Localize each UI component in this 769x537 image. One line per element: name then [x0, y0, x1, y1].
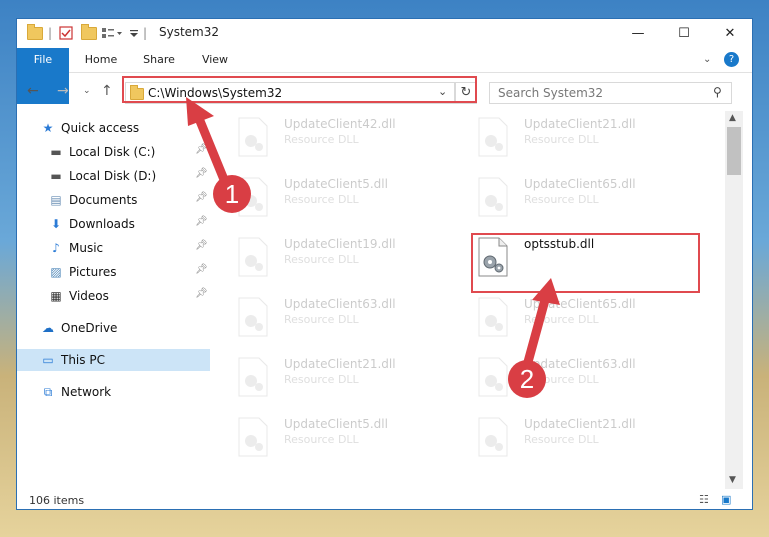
step-2-badge: 2: [508, 360, 546, 398]
arrow-2-shaft: [523, 295, 550, 367]
step-1-badge: 1: [213, 175, 251, 213]
arrow-2-head: [532, 278, 560, 305]
annotation-arrows: [186, 97, 560, 367]
arrow-1-shaft: [193, 111, 230, 187]
